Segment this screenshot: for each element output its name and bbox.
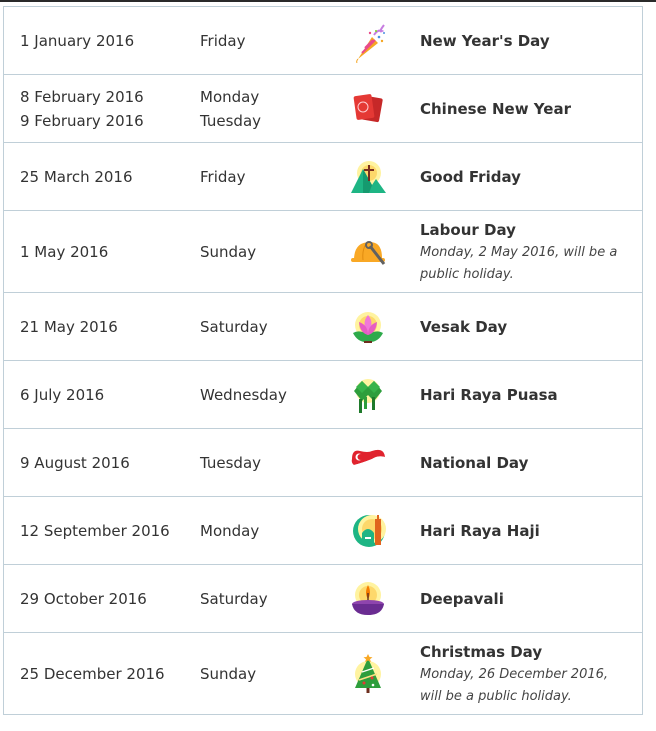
weekday-text: Tuesday xyxy=(200,111,262,130)
date-text: 1 May 2016 xyxy=(20,242,109,261)
holiday-row: 29 October 2016 Saturday Deepavali xyxy=(3,564,643,633)
icon-cell xyxy=(328,142,420,211)
icon-cell xyxy=(328,496,420,565)
party-popper-icon xyxy=(348,19,388,63)
holiday-row: 8 February 2016 9 February 2016 Monday Tues… xyxy=(3,74,643,143)
weekday-text: Friday xyxy=(200,31,246,50)
holiday-cell: Deepavali xyxy=(420,564,643,633)
weekday-text: Sunday xyxy=(200,664,257,683)
icon-cell xyxy=(328,210,420,293)
icon-cell xyxy=(328,632,420,715)
holiday-row: 1 May 2016 Sunday Labour Day Monday, 2 May … xyxy=(3,210,643,293)
date-text: 25 December 2016 xyxy=(20,664,165,683)
icon-cell xyxy=(328,292,420,361)
date-text: 12 September 2016 xyxy=(20,521,170,540)
weekday-cell: Tuesday xyxy=(200,428,328,497)
holiday-name: New Year's Day xyxy=(420,31,550,50)
weekday-text: Wednesday xyxy=(200,385,287,404)
holiday-row: 25 March 2016 Friday Good Friday xyxy=(3,142,643,211)
weekday-text: Friday xyxy=(200,167,246,186)
icon-cell xyxy=(328,7,420,75)
top-bar xyxy=(0,0,656,2)
holiday-cell: New Year's Day xyxy=(420,7,643,75)
cross-mountain-icon xyxy=(348,155,388,199)
holiday-cell: National Day xyxy=(420,428,643,497)
weekday-cell: Monday xyxy=(200,496,328,565)
date-cell: 8 February 2016 9 February 2016 xyxy=(3,74,200,143)
date-cell: 21 May 2016 xyxy=(3,292,200,361)
holiday-name: Chinese New Year xyxy=(420,99,571,118)
holiday-name: Hari Raya Puasa xyxy=(420,385,558,404)
holiday-cell: Chinese New Year xyxy=(420,74,643,143)
weekday-cell: Wednesday xyxy=(200,360,328,429)
holiday-row: 12 September 2016 Monday Hari Raya Haji xyxy=(3,496,643,565)
red-packet-icon xyxy=(348,87,388,131)
holiday-row: 25 December 2016 Sunday Christmas Day Monda… xyxy=(3,632,643,715)
holiday-name: Labour Day xyxy=(420,220,516,239)
date-text: 6 July 2016 xyxy=(20,385,105,404)
weekday-text: Saturday xyxy=(200,589,268,608)
diya-lamp-icon xyxy=(348,577,388,621)
weekday-text: Monday xyxy=(200,87,260,106)
date-text: 8 February 2016 xyxy=(20,87,144,106)
holiday-note: Monday, 2 May 2016, will be a public hol… xyxy=(420,244,618,282)
weekday-cell: Friday xyxy=(200,7,328,75)
holiday-row: 1 January 2016 Friday New Year's Day xyxy=(4,7,643,75)
weekday-cell: Friday xyxy=(200,142,328,211)
date-text: 29 October 2016 xyxy=(20,589,147,608)
christmas-tree-icon xyxy=(348,652,388,696)
date-cell: 25 December 2016 xyxy=(3,632,200,715)
holiday-cell: Hari Raya Haji xyxy=(420,496,643,565)
ketupat-icon xyxy=(348,373,388,417)
icon-cell xyxy=(328,564,420,633)
weekday-text: Saturday xyxy=(200,317,268,336)
date-text: 25 March 2016 xyxy=(20,167,133,186)
holiday-cell: Vesak Day xyxy=(420,292,643,361)
holiday-cell: Labour Day Monday, 2 May 2016, will be a … xyxy=(420,210,643,293)
holiday-cell: Good Friday xyxy=(420,142,643,211)
holiday-note: Monday, 26 December 2016, will be a publ… xyxy=(420,666,609,704)
holiday-name: Deepavali xyxy=(420,589,504,608)
mosque-crescent-icon xyxy=(348,509,388,553)
weekday-cell: Monday Tuesday xyxy=(200,74,328,143)
date-cell: 1 January 2016 xyxy=(4,7,201,75)
icon-cell xyxy=(328,74,420,143)
lotus-icon xyxy=(348,305,388,349)
date-text: 9 August 2016 xyxy=(20,453,130,472)
weekday-cell: Saturday xyxy=(200,564,328,633)
hard-hat-wrench-icon xyxy=(348,230,388,274)
weekday-cell: Saturday xyxy=(200,292,328,361)
weekday-text: Sunday xyxy=(200,242,257,261)
date-cell: 29 October 2016 xyxy=(3,564,200,633)
holiday-name: National Day xyxy=(420,453,529,472)
date-cell: 1 May 2016 xyxy=(3,210,200,293)
weekday-text: Tuesday xyxy=(200,453,262,472)
icon-cell xyxy=(328,360,420,429)
holiday-row: 9 August 2016 Tuesday National Day xyxy=(3,428,643,497)
date-cell: 9 August 2016 xyxy=(3,428,200,497)
holiday-row: 6 July 2016 Wednesday Hari Raya Puasa xyxy=(3,360,643,429)
holiday-name: Vesak Day xyxy=(420,317,508,336)
holiday-row: 21 May 2016 Saturday Vesak Day xyxy=(3,292,643,361)
date-text: 9 February 2016 xyxy=(20,111,144,130)
singapore-flag-heart-icon xyxy=(348,441,388,485)
weekday-cell: Sunday xyxy=(200,210,328,293)
date-text: 1 January 2016 xyxy=(20,31,135,50)
holiday-name: Good Friday xyxy=(420,167,521,186)
date-cell: 6 July 2016 xyxy=(3,360,200,429)
holiday-name: Hari Raya Haji xyxy=(420,521,540,540)
holiday-table: 1 January 2016 Friday New Year's Day 8 Febr… xyxy=(3,6,643,715)
weekday-text: Monday xyxy=(200,521,260,540)
icon-cell xyxy=(328,428,420,497)
date-cell: 25 March 2016 xyxy=(3,142,200,211)
holiday-name: Christmas Day xyxy=(420,642,543,661)
date-text: 21 May 2016 xyxy=(20,317,118,336)
holiday-cell: Hari Raya Puasa xyxy=(420,360,643,429)
holiday-cell: Christmas Day Monday, 26 December 2016, w… xyxy=(420,632,643,715)
date-cell: 12 September 2016 xyxy=(3,496,200,565)
weekday-cell: Sunday xyxy=(200,632,328,715)
